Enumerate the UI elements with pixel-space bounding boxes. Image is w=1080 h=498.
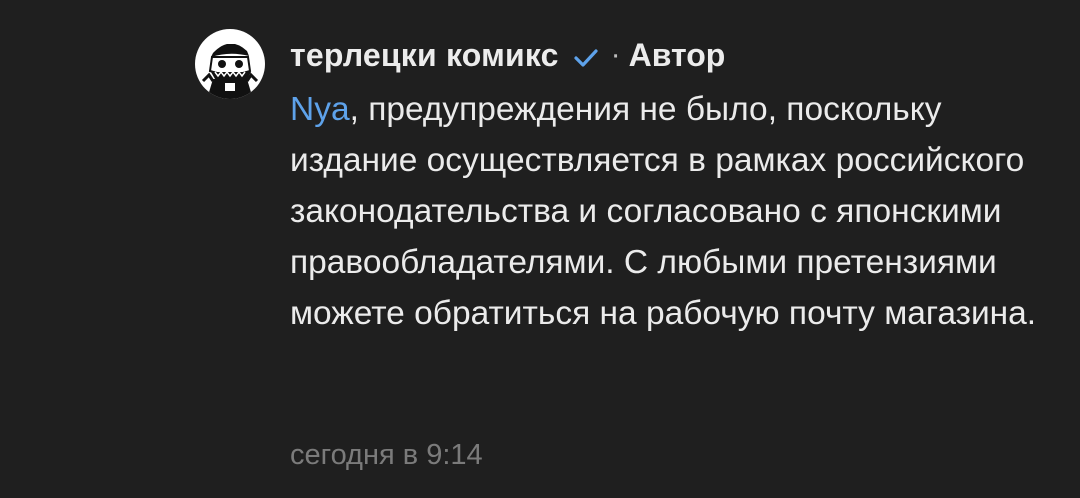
verified-check-icon [571,42,601,72]
comment-timestamp: сегодня в 9:14 [290,439,483,471]
robot-mascot-icon [201,39,259,99]
author-role-label: Автор [628,36,726,73]
author-name[interactable]: терлецки комикс [290,37,559,74]
mention-link[interactable]: Nya [290,91,350,128]
comment-header: терлецки комикс · Автор [290,33,725,77]
comment-text: , предупреждения не было, поскольку изда… [290,91,1037,332]
comment: терлецки комикс · Автор Nya, предупрежде… [0,0,1080,498]
header-separator: · [610,38,621,71]
author-avatar[interactable] [195,29,265,99]
comment-body: Nya, предупреждения не было, поскольку и… [290,84,1060,339]
